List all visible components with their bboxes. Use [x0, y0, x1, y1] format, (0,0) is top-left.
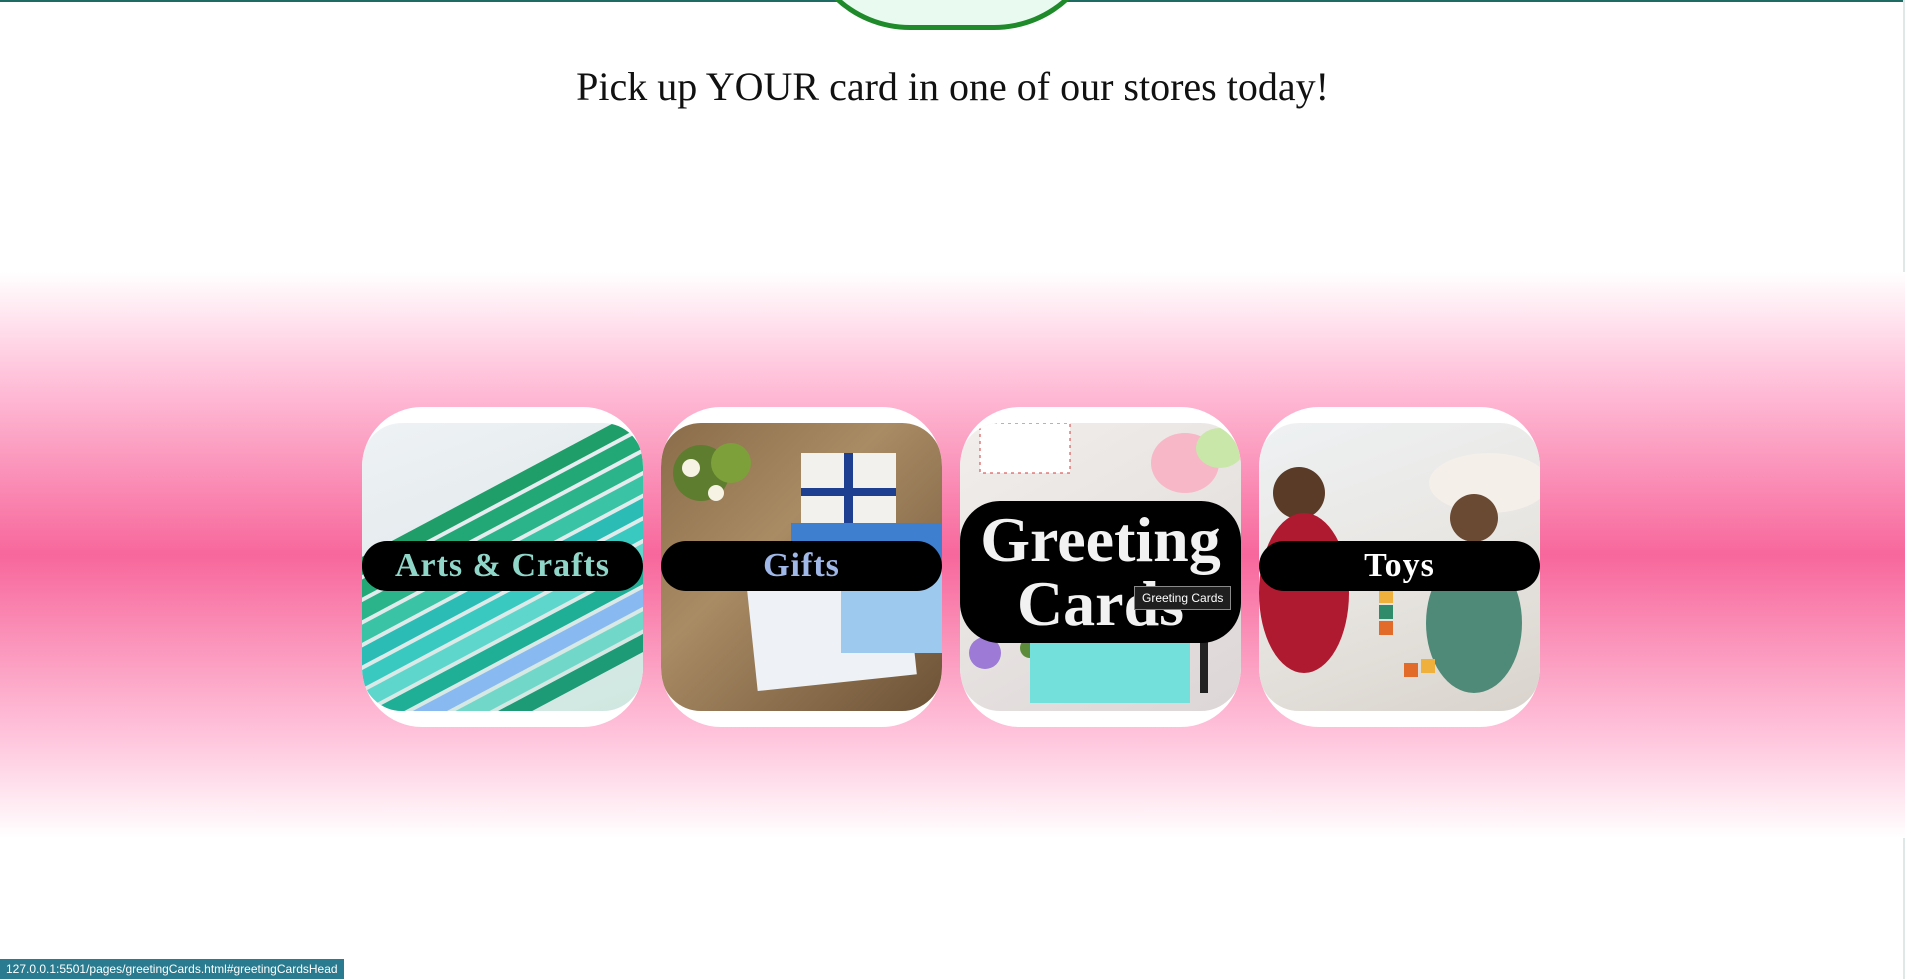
category-card-toys[interactable]: Toys	[1259, 407, 1540, 727]
children-playing-blocks-photo: Toys	[1259, 423, 1540, 711]
category-card-greeting-cards[interactable]: Greeting Cards	[960, 407, 1241, 727]
category-label-gifts[interactable]: Gifts	[661, 541, 942, 591]
store-tagline: Pick up YOUR card in one of our stores t…	[576, 64, 1329, 109]
category-label-toys[interactable]: Toys	[1259, 541, 1540, 591]
greeting-cards-flatlay-photo: Greeting Cards	[960, 423, 1241, 711]
category-cards: Arts & Crafts Gifts Greeting Cards Toys	[362, 407, 1542, 727]
colored-pencils-photo: Arts & Crafts	[362, 423, 643, 711]
category-label-arts-crafts[interactable]: Arts & Crafts	[362, 541, 643, 591]
hover-tooltip: Greeting Cards	[1134, 586, 1232, 610]
browser-status-url: 127.0.0.1:5501/pages/greetingCards.html#…	[0, 959, 344, 979]
wrapped-gift-boxes-photo: Gifts	[661, 423, 942, 711]
logo-badge-bottom	[800, 0, 1104, 30]
category-label-greeting-cards[interactable]: Greeting Cards	[960, 501, 1241, 643]
category-card-gifts[interactable]: Gifts	[661, 407, 942, 727]
category-card-arts-crafts[interactable]: Arts & Crafts	[362, 407, 643, 727]
